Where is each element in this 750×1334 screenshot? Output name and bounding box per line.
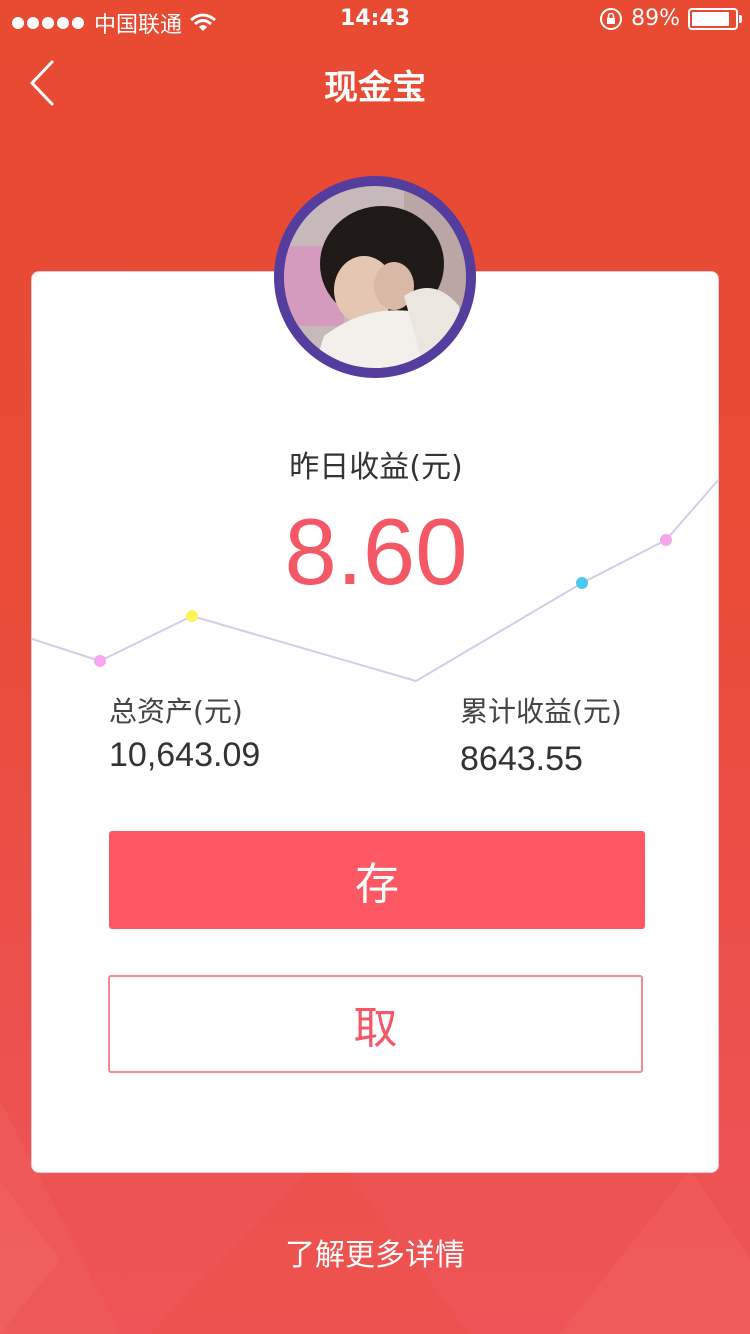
trend-dot <box>94 655 106 667</box>
avatar-photo <box>284 186 466 368</box>
battery-icon <box>688 7 742 30</box>
deposit-button[interactable]: 存 <box>109 831 645 929</box>
asset-summary-card: 昨日收益(元) 8.60 总资产(元) 10,643.09 累计收益(元) 86… <box>31 271 719 1173</box>
total-assets-value: 10,643.09 <box>109 736 261 774</box>
avatar[interactable] <box>274 176 476 378</box>
orientation-lock-icon <box>600 7 623 30</box>
cumulative-earnings-value: 8643.55 <box>460 740 583 778</box>
status-right: 89% <box>599 6 742 31</box>
more-details-link[interactable]: 了解更多详情 <box>0 1230 750 1274</box>
total-assets-label: 总资产(元) <box>109 695 243 728</box>
battery-percent: 89% <box>631 6 680 31</box>
trend-dot <box>186 610 198 622</box>
nav-bar: 现金宝 <box>0 40 750 128</box>
status-bar: 中国联通 14:43 89% <box>0 0 750 40</box>
page-title: 现金宝 <box>324 68 426 108</box>
withdraw-button[interactable]: 取 <box>108 975 643 1073</box>
yesterday-earnings-label: 昨日收益(元) <box>289 450 463 485</box>
cumulative-earnings-label: 累计收益(元) <box>460 695 622 728</box>
yesterday-earnings-value: 8.60 <box>284 499 468 604</box>
